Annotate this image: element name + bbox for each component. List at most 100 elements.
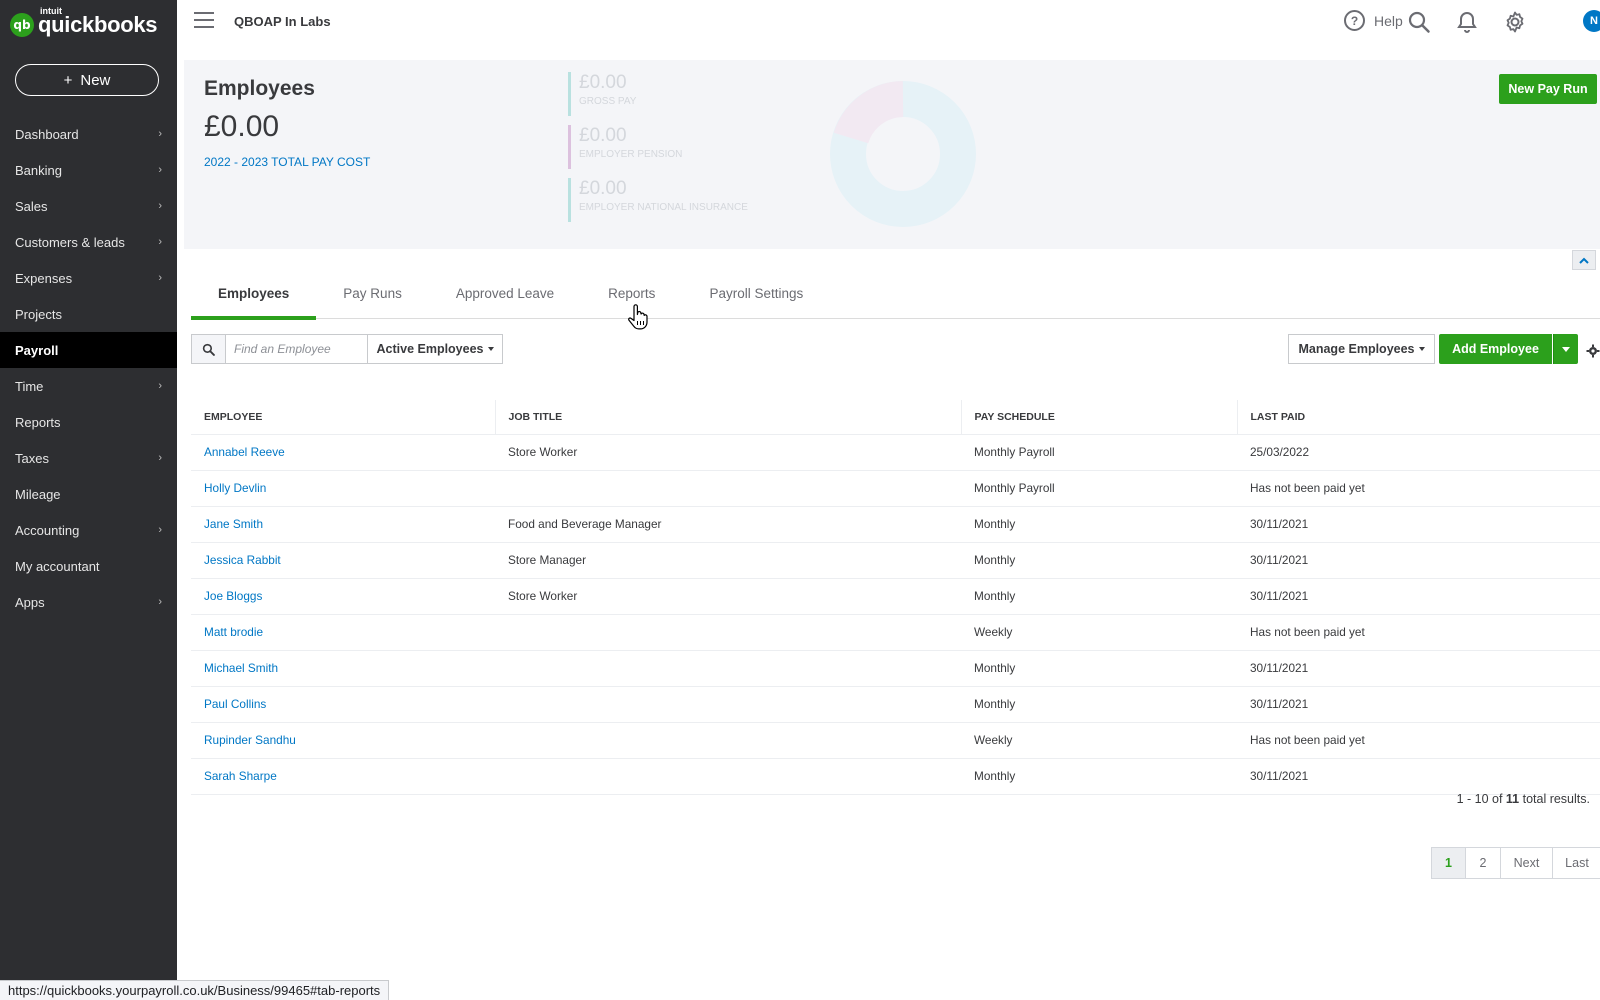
table-row[interactable]: Rupinder Sandhu Weekly Has not been paid y…: [191, 722, 1600, 759]
next-page-button[interactable]: Next: [1500, 847, 1553, 879]
hamburger-menu-icon[interactable]: [194, 12, 214, 28]
logo-wordmark: intuit quickbooks: [38, 6, 158, 38]
sidebar-item-payroll[interactable]: Payroll: [0, 332, 177, 368]
cell-employee[interactable]: Annabel Reeve: [191, 434, 495, 471]
sidebar-item-sales[interactable]: Sales ›: [0, 188, 177, 224]
new-button[interactable]: + New: [15, 64, 159, 96]
chevron-right-icon: ›: [158, 596, 162, 608]
cell-employee[interactable]: Jessica Rabbit: [191, 542, 495, 579]
user-avatar[interactable]: N: [1583, 10, 1600, 32]
sidebar-item-label: Projects: [15, 306, 62, 322]
cell-employee[interactable]: Sarah Sharpe: [191, 758, 495, 795]
column-header-job-title[interactable]: JOB TITLE: [495, 400, 962, 435]
page-1-button[interactable]: 1: [1431, 847, 1466, 879]
metric-label: EMPLOYER PENSION: [579, 149, 683, 160]
tab-payroll-settings[interactable]: Payroll Settings: [682, 280, 830, 319]
add-employee-button[interactable]: Add Employee: [1439, 334, 1552, 364]
sidebar-item-my-accountant[interactable]: My accountant: [0, 548, 177, 584]
logo-intuit-text: intuit: [40, 6, 62, 16]
cell-last-paid: Has not been paid yet: [1237, 470, 1600, 507]
chevron-right-icon: ›: [158, 272, 162, 284]
table-row[interactable]: Sarah Sharpe Monthly 30/11/2021: [191, 758, 1600, 795]
add-employee-options-button[interactable]: [1553, 334, 1578, 364]
pagination: 1 2 Next Last: [1431, 847, 1600, 879]
payroll-tabs: Employees Pay Runs Approved Leave Reports Pa…: [191, 280, 1600, 320]
new-pay-run-button[interactable]: New Pay Run: [1499, 74, 1597, 104]
sidebar-item-label: Payroll: [15, 342, 59, 358]
table-row[interactable]: Paul Collins Monthly 30/11/2021: [191, 686, 1600, 723]
metric-value: £0.00: [579, 178, 627, 199]
table-row[interactable]: Michael Smith Monthly 30/11/2021: [191, 650, 1600, 687]
sidebar-item-customers-and-leads[interactable]: Customers & leads ›: [0, 224, 177, 260]
page-2-button[interactable]: 2: [1465, 847, 1501, 879]
metric-label: EMPLOYER NATIONAL INSURANCE: [579, 202, 748, 213]
cell-last-paid: 25/03/2022: [1237, 434, 1600, 471]
column-header-last-paid[interactable]: LAST PAID: [1237, 400, 1600, 435]
metric-label: GROSS PAY: [579, 96, 637, 107]
sidebar-item-label: Mileage: [15, 486, 61, 502]
collapse-summary-button[interactable]: [1572, 250, 1596, 270]
last-page-button[interactable]: Last: [1552, 847, 1600, 879]
bell-icon[interactable]: [1455, 10, 1479, 34]
search-icon[interactable]: [1407, 10, 1431, 34]
sidebar-item-dashboard[interactable]: Dashboard ›: [0, 116, 177, 152]
sidebar-item-accounting[interactable]: Accounting ›: [0, 512, 177, 548]
cell-pay-schedule: Monthly: [961, 650, 1237, 687]
sidebar-item-label: Taxes: [15, 450, 49, 466]
browser-status-url: https://quickbooks.yourpayroll.co.uk/Bus…: [0, 980, 390, 1000]
sidebar-item-label: Time: [15, 378, 44, 394]
caret-down-icon: [1418, 347, 1425, 351]
chevron-right-icon: ›: [158, 200, 162, 212]
cell-employee[interactable]: Holly Devlin: [191, 470, 495, 507]
cell-employee[interactable]: Matt brodie: [191, 614, 495, 651]
cell-employee[interactable]: Joe Bloggs: [191, 578, 495, 615]
table-row[interactable]: Joe Bloggs Store Worker Monthly 30/11/2021: [191, 578, 1600, 615]
sidebar-item-apps[interactable]: Apps ›: [0, 584, 177, 620]
sidebar-item-expenses[interactable]: Expenses ›: [0, 260, 177, 296]
cell-employee[interactable]: Michael Smith: [191, 650, 495, 687]
table-row[interactable]: Annabel Reeve Store Worker Monthly Payroll…: [191, 434, 1600, 471]
employee-search-input[interactable]: [225, 334, 368, 364]
tab-pay-runs[interactable]: Pay Runs: [316, 280, 429, 319]
cell-last-paid: Has not been paid yet: [1237, 614, 1600, 651]
cell-last-paid: 30/11/2021: [1237, 758, 1600, 795]
sidebar-item-label: Dashboard: [15, 126, 79, 142]
cell-job-title: [495, 686, 961, 723]
sidebar-item-label: Accounting: [15, 522, 80, 538]
table-row[interactable]: Jessica Rabbit Store Manager Monthly 30/11/…: [191, 542, 1600, 579]
tab-approved-leave[interactable]: Approved Leave: [429, 280, 581, 319]
sidebar-item-taxes[interactable]: Taxes ›: [0, 440, 177, 476]
table-row[interactable]: Jane Smith Food and Beverage Manager Month…: [191, 506, 1600, 543]
table-row[interactable]: Holly Devlin Monthly Payroll Has not been …: [191, 470, 1600, 507]
sidebar-item-projects[interactable]: Projects: [0, 296, 177, 332]
help-button[interactable]: ? Help: [1344, 10, 1403, 31]
cell-job-title: Store Manager: [495, 542, 961, 579]
search-icon: [202, 343, 215, 356]
cell-job-title: [495, 470, 961, 507]
table-row[interactable]: Matt brodie Weekly Has not been paid yet: [191, 614, 1600, 651]
chevron-right-icon: ›: [158, 128, 162, 140]
sidebar-item-mileage[interactable]: Mileage: [0, 476, 177, 512]
sidebar-item-reports[interactable]: Reports: [0, 404, 177, 440]
active-employees-filter-dropdown[interactable]: Active Employees: [367, 334, 503, 364]
metric-value: £0.00: [579, 72, 627, 93]
cell-employee[interactable]: Rupinder Sandhu: [191, 722, 495, 759]
cell-pay-schedule: Monthly: [961, 506, 1237, 543]
tab-employees[interactable]: Employees: [191, 280, 317, 320]
metric-gross-pay: £0.00 GROSS PAY: [568, 72, 768, 116]
column-header-employee[interactable]: EMPLOYEE: [191, 400, 496, 435]
search-button[interactable]: [191, 334, 225, 364]
gear-icon[interactable]: [1503, 10, 1527, 34]
manage-employees-dropdown[interactable]: Manage Employees: [1288, 334, 1435, 364]
results-count: 1 - 10 of 11 total results.: [1300, 792, 1590, 806]
sidebar-item-banking[interactable]: Banking ›: [0, 152, 177, 188]
cell-last-paid: 30/11/2021: [1237, 650, 1600, 687]
column-header-pay-schedule[interactable]: PAY SCHEDULE: [961, 400, 1238, 435]
cell-employee[interactable]: Paul Collins: [191, 686, 495, 723]
cell-employee[interactable]: Jane Smith: [191, 506, 495, 543]
results-suffix: total results.: [1519, 792, 1590, 806]
sidebar-item-label: Reports: [15, 414, 61, 430]
quickbooks-logo[interactable]: qb intuit quickbooks: [10, 6, 158, 40]
table-settings-gear-icon[interactable]: [1586, 344, 1600, 358]
sidebar-item-time[interactable]: Time ›: [0, 368, 177, 404]
